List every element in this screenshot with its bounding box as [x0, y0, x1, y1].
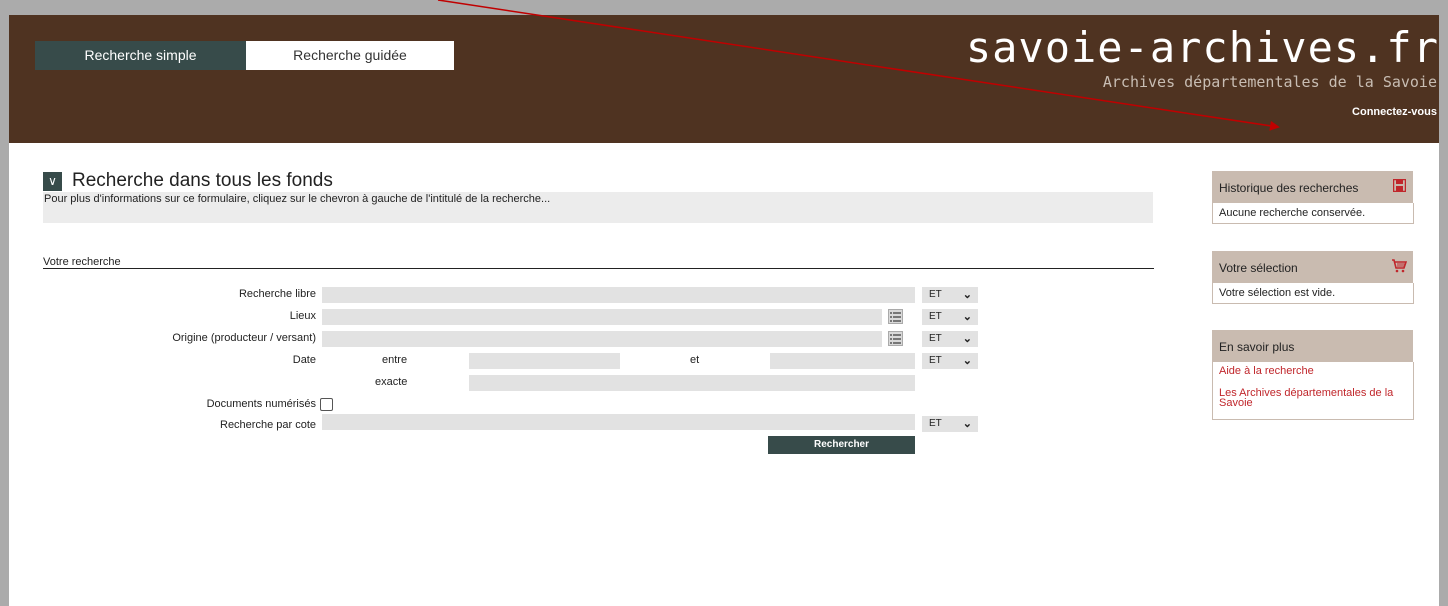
- annotation-arrow: [437, 0, 1280, 131]
